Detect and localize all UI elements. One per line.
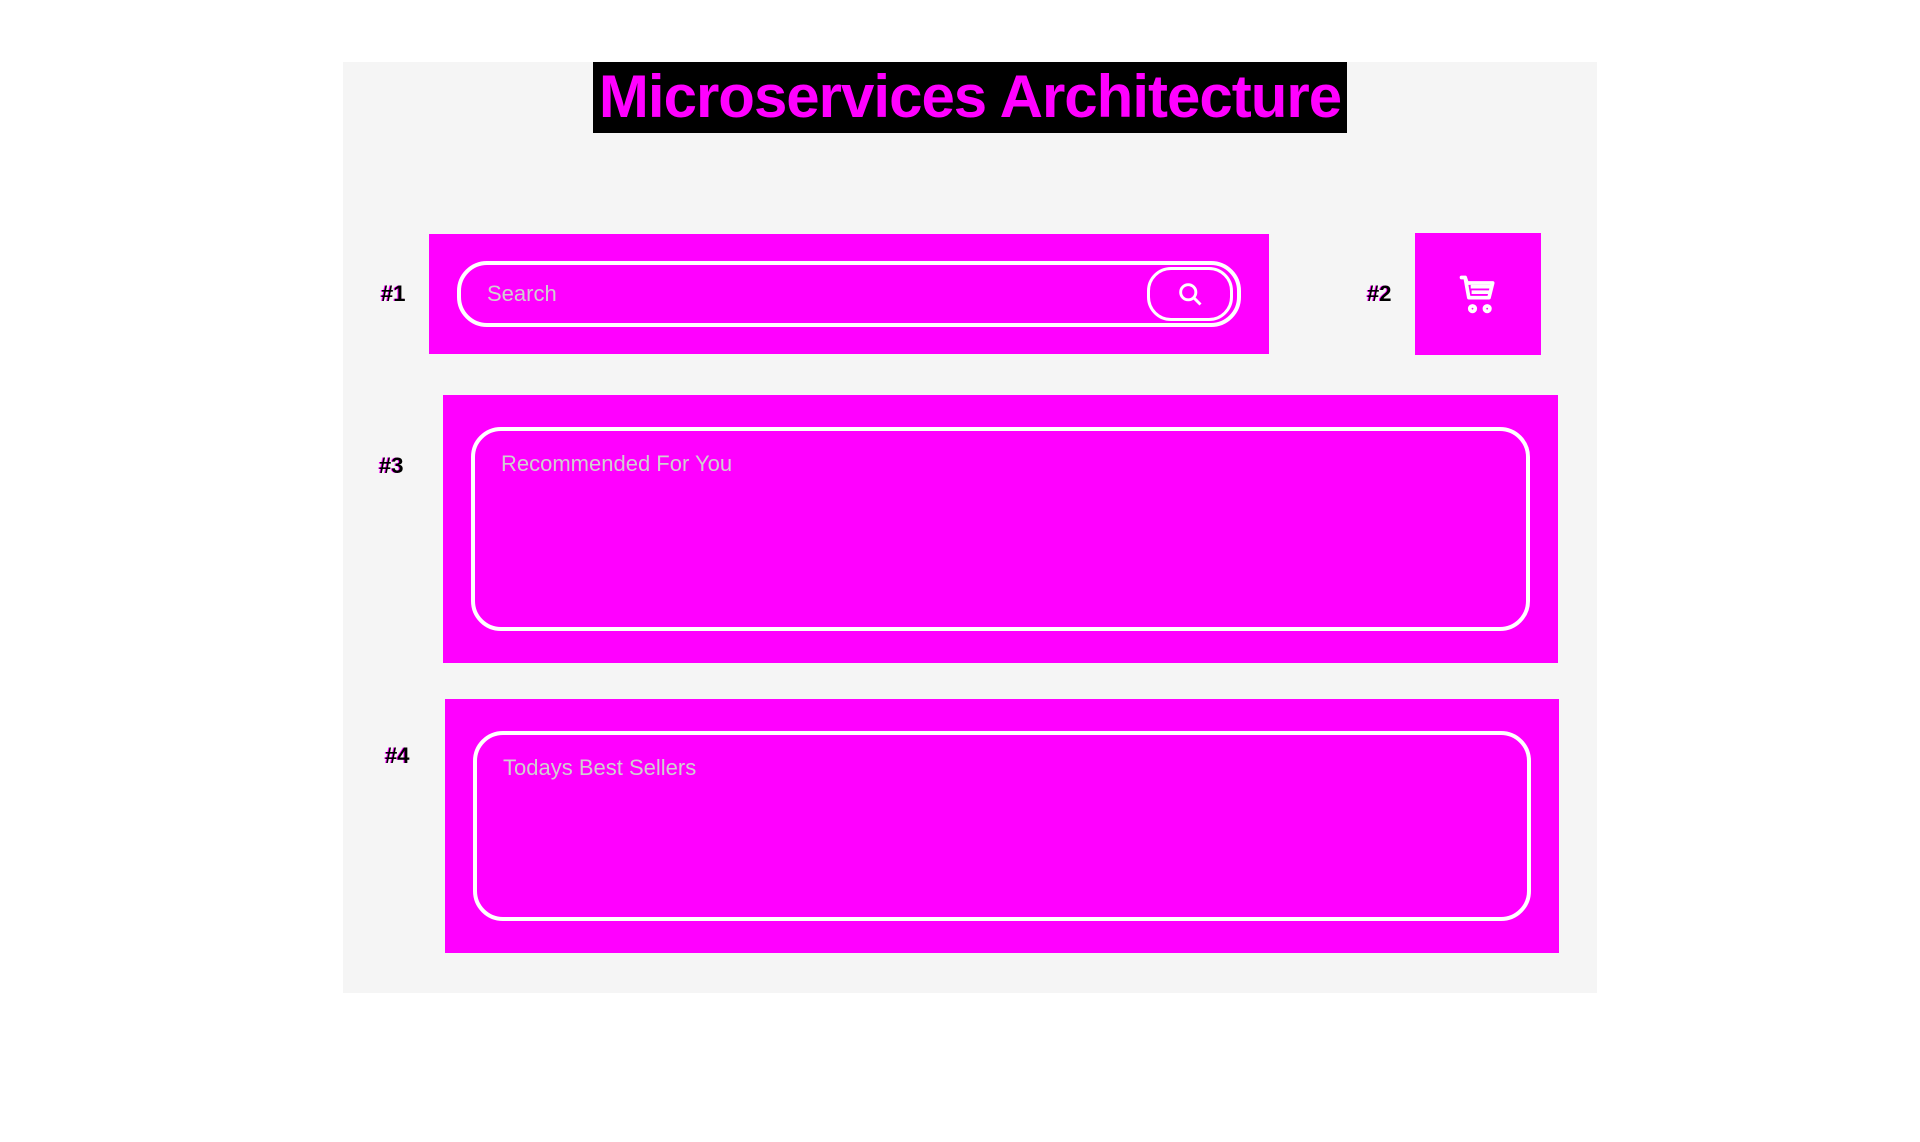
section-2-label: #2 #2 xyxy=(1367,281,1415,307)
search-field-outline: Search xyxy=(457,261,1241,327)
page-title: Microservices Architecture xyxy=(599,62,1341,131)
diagram-canvas: Microservices Architecture #1 #1 Search xyxy=(343,62,1597,993)
search-button[interactable] xyxy=(1147,267,1233,321)
section-4-label: #4 #4 xyxy=(385,743,433,769)
search-placeholder: Search xyxy=(487,281,1147,307)
cart-icon xyxy=(1455,272,1501,316)
cart-service-box xyxy=(1415,233,1541,355)
recommended-heading: Recommended For You xyxy=(501,451,1526,477)
section-1-label: #1 #1 xyxy=(381,281,429,307)
bestsellers-service-box: Todays Best Sellers xyxy=(445,699,1559,953)
section-3-label: #3 #3 xyxy=(379,453,427,479)
bestsellers-heading: Todays Best Sellers xyxy=(503,755,1527,781)
search-service-box: Search xyxy=(429,234,1269,354)
bestsellers-panel-outline: Todays Best Sellers xyxy=(473,731,1531,921)
search-icon xyxy=(1176,280,1204,308)
recommended-panel-outline: Recommended For You xyxy=(471,427,1530,631)
recommended-service-box: Recommended For You xyxy=(443,395,1558,663)
title-highlight: Microservices Architecture xyxy=(593,62,1347,133)
